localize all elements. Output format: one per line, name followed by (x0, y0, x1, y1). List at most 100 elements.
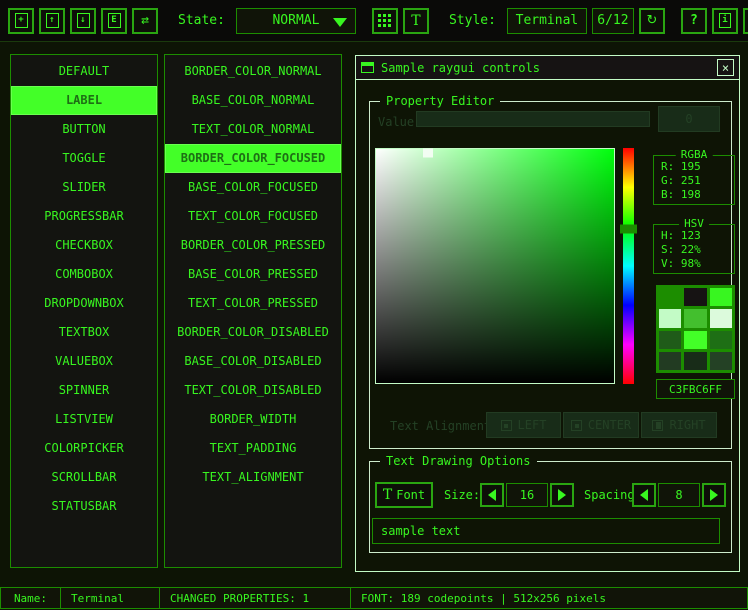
control-item-label[interactable]: LABEL (11, 86, 157, 115)
spacing-decrease-button[interactable] (632, 483, 656, 507)
property-item-border_color_pressed[interactable]: BORDER_COLOR_PRESSED (165, 231, 341, 260)
window-titlebar[interactable]: Sample raygui controls × (356, 56, 739, 80)
control-item-dropdownbox[interactable]: DROPDOWNBOX (11, 289, 157, 318)
spacing-valuebox[interactable]: 8 (658, 483, 700, 507)
property-item-base_color_focused[interactable]: BASE_COLOR_FOCUSED (165, 173, 341, 202)
reload-style-button[interactable]: ↻ (639, 8, 665, 34)
size-valuebox[interactable]: 16 (506, 483, 548, 507)
statusbar: Name: Terminal CHANGED PROPERTIES: 1 FON… (0, 587, 748, 609)
align-center-label: CENTER (588, 418, 631, 432)
style-name-value: Terminal (516, 13, 579, 28)
text-alignment-label: Text Alignment: (390, 419, 498, 433)
window-icon (361, 62, 374, 73)
control-item-progressbar[interactable]: PROGRESSBAR (11, 202, 157, 231)
align-left-button[interactable]: LEFT (486, 412, 561, 438)
control-item-spinner[interactable]: SPINNER (11, 376, 157, 405)
control-item-default[interactable]: DEFAULT (11, 57, 157, 86)
control-item-valuebox[interactable]: VALUEBOX (11, 347, 157, 376)
export-file-icon: E (108, 13, 121, 28)
value-spinner[interactable]: 0 (658, 106, 720, 132)
color-swatch[interactable] (659, 352, 681, 370)
color-swatch[interactable] (710, 331, 732, 349)
size-increase-button[interactable] (550, 483, 574, 507)
control-item-checkbox[interactable]: CHECKBOX (11, 231, 157, 260)
text-drawing-options-group: Text Drawing Options T Font Size: 16 Spa… (369, 461, 732, 553)
property-item-base_color_normal[interactable]: BASE_COLOR_NORMAL (165, 86, 341, 115)
rgba-g-value: G: 251 (661, 174, 727, 188)
help-button[interactable]: ? (681, 8, 707, 34)
color-swatch[interactable] (659, 331, 681, 349)
font-atlas-button[interactable]: T (403, 8, 429, 34)
new-style-button[interactable]: + (8, 8, 34, 34)
property-item-text_color_focused[interactable]: TEXT_COLOR_FOCUSED (165, 202, 341, 231)
property-item-text_color_normal[interactable]: TEXT_COLOR_NORMAL (165, 115, 341, 144)
color-swatch[interactable] (684, 288, 706, 306)
property-item-text_padding[interactable]: TEXT_PADDING (165, 434, 341, 463)
control-item-combobox[interactable]: COMBOBOX (11, 260, 157, 289)
window-title: Sample raygui controls (381, 61, 710, 75)
color-swatch[interactable] (684, 309, 706, 327)
load-style-button[interactable]: ↑ (39, 8, 65, 34)
style-color-palette (656, 285, 735, 373)
align-left-label: LEFT (518, 418, 547, 432)
hsv-title: HSV (679, 217, 709, 230)
align-right-button[interactable]: RIGHT (641, 412, 717, 438)
style-table-button[interactable] (372, 8, 398, 34)
value-label: Value: (378, 115, 421, 129)
color-swatch[interactable] (710, 309, 732, 327)
control-item-slider[interactable]: SLIDER (11, 173, 157, 202)
color-saturation-value-panel[interactable] (375, 148, 615, 384)
align-center-icon (571, 420, 582, 431)
control-item-listview[interactable]: LISTVIEW (11, 405, 157, 434)
style-name-button[interactable]: Terminal (507, 8, 587, 34)
shuffle-icon: ⇄ (141, 14, 149, 27)
property-item-border_color_disabled[interactable]: BORDER_COLOR_DISABLED (165, 318, 341, 347)
color-swatch[interactable] (659, 309, 681, 327)
sponsor-button[interactable]: ♥ (743, 8, 748, 34)
rgba-title: RGBA (676, 148, 713, 161)
control-item-button[interactable]: BUTTON (11, 115, 157, 144)
color-swatch[interactable] (710, 352, 732, 370)
about-button[interactable]: i (712, 8, 738, 34)
sample-textbox[interactable]: sample text (372, 518, 720, 544)
control-item-scrollbar[interactable]: SCROLLBAR (11, 463, 157, 492)
info-icon: i (719, 13, 731, 28)
font-icon: T (411, 14, 420, 28)
hsv-s-value: S: 22% (661, 243, 727, 257)
hue-slider[interactable] (623, 148, 634, 384)
property-item-base_color_disabled[interactable]: BASE_COLOR_DISABLED (165, 347, 341, 376)
value-slider[interactable] (416, 111, 650, 127)
control-item-toggle[interactable]: TOGGLE (11, 144, 157, 173)
align-center-button[interactable]: CENTER (563, 412, 639, 438)
property-item-border_width[interactable]: BORDER_WIDTH (165, 405, 341, 434)
color-cursor[interactable] (423, 148, 433, 157)
load-font-button[interactable]: T Font (375, 482, 433, 508)
hex-color-textbox[interactable]: C3FBC6FF (656, 379, 735, 399)
close-icon[interactable]: × (717, 59, 734, 76)
style-counter-button[interactable]: 6/12 (592, 8, 634, 34)
state-dropdown[interactable]: NORMAL (236, 8, 356, 34)
property-item-text_alignment[interactable]: TEXT_ALIGNMENT (165, 463, 341, 492)
control-item-statusbar[interactable]: STATUSBAR (11, 492, 157, 521)
color-swatch[interactable] (684, 352, 706, 370)
control-item-textbox[interactable]: TEXTBOX (11, 318, 157, 347)
property-item-text_color_pressed[interactable]: TEXT_COLOR_PRESSED (165, 289, 341, 318)
randomize-style-button[interactable]: ⇄ (132, 8, 158, 34)
size-decrease-button[interactable] (480, 483, 504, 507)
color-swatch[interactable] (710, 288, 732, 306)
property-item-text_color_disabled[interactable]: TEXT_COLOR_DISABLED (165, 376, 341, 405)
save-style-button[interactable]: ↓ (70, 8, 96, 34)
property-item-border_color_normal[interactable]: BORDER_COLOR_NORMAL (165, 57, 341, 86)
rgba-group: RGBA R: 195 G: 251 B: 198 (653, 155, 735, 205)
hue-slider-knob[interactable] (620, 224, 637, 233)
color-swatch[interactable] (684, 331, 706, 349)
align-right-label: RIGHT (669, 418, 705, 432)
color-swatch[interactable] (659, 288, 681, 306)
property-item-border_color_focused[interactable]: BORDER_COLOR_FOCUSED (165, 144, 341, 173)
export-style-button[interactable]: E (101, 8, 127, 34)
property-editor-group: Property Editor Value: 0 RGBA R: 195 G: … (369, 101, 732, 449)
property-item-base_color_pressed[interactable]: BASE_COLOR_PRESSED (165, 260, 341, 289)
spacing-increase-button[interactable] (702, 483, 726, 507)
style-counter-value: 6/12 (597, 13, 628, 28)
control-item-colorpicker[interactable]: COLORPICKER (11, 434, 157, 463)
